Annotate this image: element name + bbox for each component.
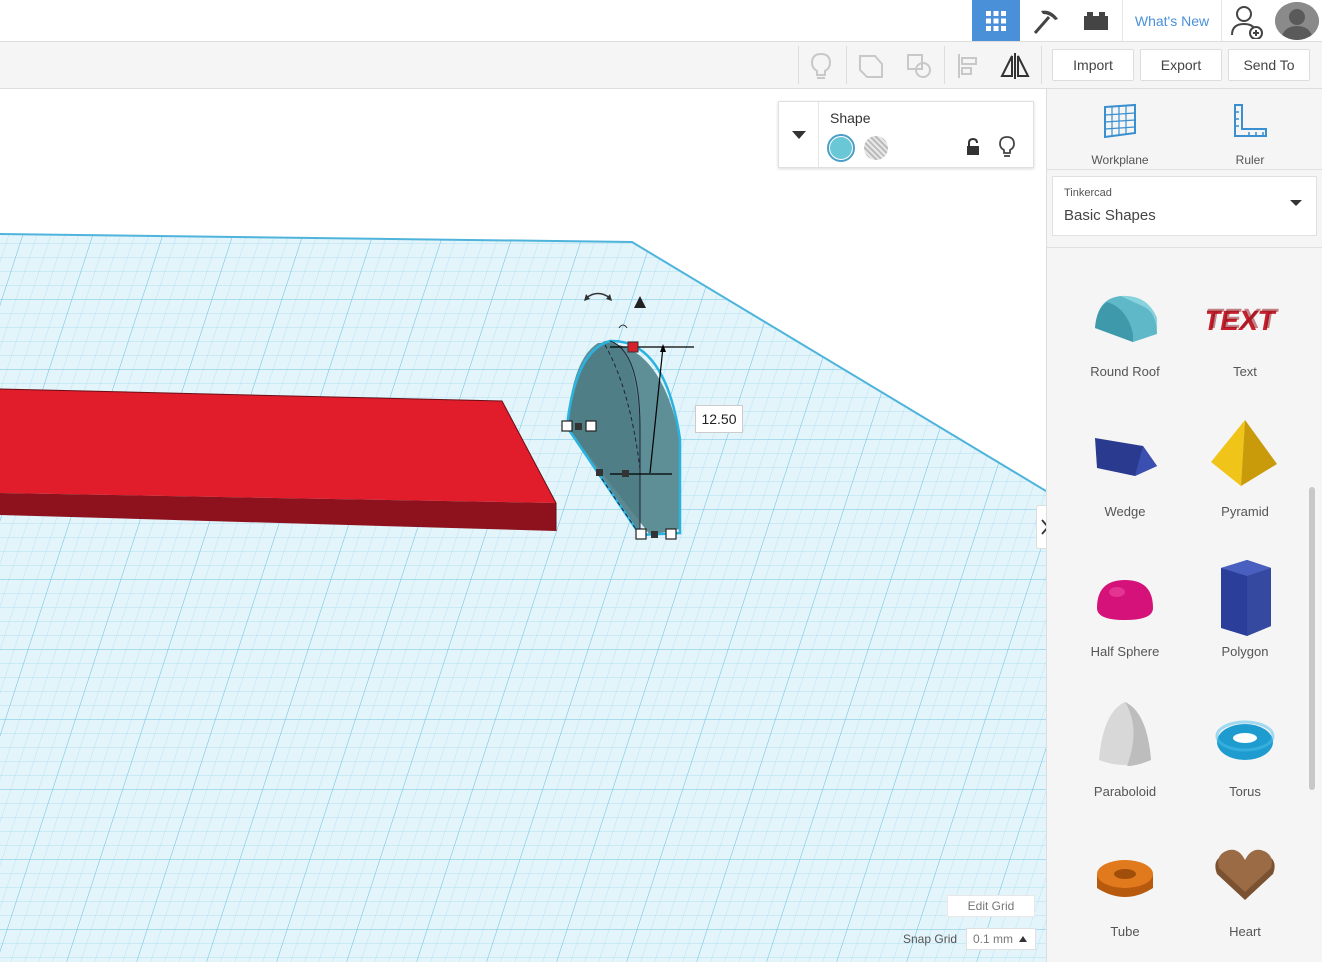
toolbar-divider xyxy=(944,46,945,84)
workplane-viewport[interactable]: 12.50 xyxy=(0,89,1046,962)
heart-icon xyxy=(1215,849,1275,900)
lock-button[interactable] xyxy=(965,137,981,161)
library-provider: Tinkercad xyxy=(1064,187,1112,199)
shape-label: Text xyxy=(1233,364,1257,379)
red-box-shape[interactable] xyxy=(0,388,557,531)
mirror-icon xyxy=(1000,53,1030,79)
ruler-tool[interactable]: Ruler xyxy=(1195,99,1305,169)
sidebar-divider xyxy=(1047,247,1322,248)
workplane-tool[interactable]: Workplane xyxy=(1065,99,1175,169)
shapes-grid: Round Roof TEXT TEXT Text Wedge Pyramid xyxy=(1047,264,1309,962)
sidebar-divider xyxy=(1047,169,1322,170)
align-icon xyxy=(958,54,977,78)
top-bar: What's New xyxy=(0,0,1322,42)
edit-toolbar: Import Export Send To xyxy=(0,42,1322,89)
shape-label: Round Roof xyxy=(1090,364,1160,379)
shape-paraboloid[interactable]: Paraboloid xyxy=(1065,684,1185,824)
grid-view-button[interactable] xyxy=(972,0,1020,41)
send-to-button[interactable]: Send To xyxy=(1228,49,1310,81)
torus-icon xyxy=(1215,720,1275,760)
bricks-button[interactable] xyxy=(1072,0,1120,41)
paraboloid-icon xyxy=(1099,702,1151,766)
bulb-icon xyxy=(999,136,1015,157)
add-user-button[interactable] xyxy=(1224,0,1270,41)
shape-round-roof[interactable]: Round Roof xyxy=(1065,264,1185,404)
shape-label: Polygon xyxy=(1221,644,1269,659)
align-button[interactable] xyxy=(946,46,990,86)
show-all-button[interactable] xyxy=(799,46,843,86)
whats-new-link[interactable]: What's New xyxy=(1122,0,1222,41)
shape-label: Tube xyxy=(1110,924,1140,939)
wedge-icon xyxy=(1095,438,1157,476)
shapes-scrollbar[interactable] xyxy=(1309,487,1315,790)
chevron-down-icon xyxy=(1290,200,1302,206)
chevron-down-icon xyxy=(791,130,806,139)
solid-color-button[interactable] xyxy=(827,134,855,162)
shape-heart[interactable]: Heart xyxy=(1185,824,1305,962)
pyramid-icon xyxy=(1211,420,1277,486)
height-dimension-input[interactable]: 12.50 xyxy=(695,405,743,433)
workplane-icon xyxy=(1104,103,1136,139)
group-button[interactable] xyxy=(849,46,893,86)
shape-library-select[interactable]: Tinkercad Basic Shapes xyxy=(1052,176,1317,236)
shape-torus[interactable]: Torus xyxy=(1185,684,1305,824)
collapse-inspector-button[interactable] xyxy=(779,102,819,167)
shape-text[interactable]: TEXT TEXT Text xyxy=(1185,264,1305,404)
shape-half-sphere[interactable]: Half Sphere xyxy=(1065,544,1185,684)
shape-pyramid[interactable]: Pyramid xyxy=(1185,404,1305,544)
snap-grid-label: Snap Grid xyxy=(903,932,958,946)
shape-label: Half Sphere xyxy=(1090,644,1160,659)
pickaxe-icon xyxy=(1033,10,1058,34)
brick-icon xyxy=(1084,11,1108,30)
codeblocks-button[interactable] xyxy=(1022,0,1070,41)
unlock-icon xyxy=(967,137,979,155)
avatar xyxy=(1275,1,1319,40)
add-user-icon xyxy=(1231,5,1263,39)
snap-grid-select[interactable]: 0.1 mm xyxy=(966,928,1036,950)
inspector-title: Shape xyxy=(830,110,871,126)
user-avatar-button[interactable] xyxy=(1272,0,1322,41)
grid-view-icon xyxy=(986,10,1006,31)
library-name: Basic Shapes xyxy=(1064,207,1156,224)
color-swatch xyxy=(830,137,852,159)
shape-label: Wedge xyxy=(1104,504,1146,519)
tube-icon xyxy=(1097,860,1153,897)
polygon-icon xyxy=(1221,560,1271,636)
hole-button[interactable] xyxy=(864,136,888,160)
shapes-sidebar: Workplane Ruler Tinkercad Basic Shapes R… xyxy=(1046,89,1322,962)
shape-label: Torus xyxy=(1229,784,1261,799)
shape-label: Pyramid xyxy=(1221,504,1269,519)
ruler-label: Ruler xyxy=(1235,153,1265,167)
bulb-icon xyxy=(810,52,832,79)
workplane-label: Workplane xyxy=(1091,153,1149,167)
mirror-button[interactable] xyxy=(993,46,1037,86)
import-button[interactable]: Import xyxy=(1052,49,1134,81)
shape-label: Heart xyxy=(1229,924,1261,939)
group-icon xyxy=(859,55,883,78)
svg-text:TEXT: TEXT xyxy=(1207,302,1280,334)
toolbar-divider xyxy=(1041,46,1042,84)
edit-grid-button[interactable]: Edit Grid xyxy=(947,895,1035,917)
hide-button[interactable] xyxy=(999,136,1015,163)
shape-tube[interactable]: Tube xyxy=(1065,824,1185,962)
half-sphere-icon xyxy=(1097,580,1153,620)
text-3d-icon: TEXT TEXT xyxy=(1207,302,1280,336)
shape-inspector: Shape xyxy=(778,101,1034,168)
caret-up-icon xyxy=(1019,936,1028,942)
export-button[interactable]: Export xyxy=(1140,49,1222,81)
ungroup-icon xyxy=(907,54,931,78)
toolbar-divider xyxy=(846,46,847,84)
snap-grid-value: 0.1 mm xyxy=(973,932,1014,946)
shape-wedge[interactable]: Wedge xyxy=(1065,404,1185,544)
ungroup-button[interactable] xyxy=(897,46,941,86)
workplane-canvas[interactable] xyxy=(0,89,1046,962)
ruler-icon xyxy=(1234,104,1267,137)
workplane-grid xyxy=(0,233,1046,962)
shape-polygon[interactable]: Polygon xyxy=(1185,544,1305,684)
round-roof-icon xyxy=(1095,295,1157,342)
shape-label: Paraboloid xyxy=(1093,784,1157,799)
